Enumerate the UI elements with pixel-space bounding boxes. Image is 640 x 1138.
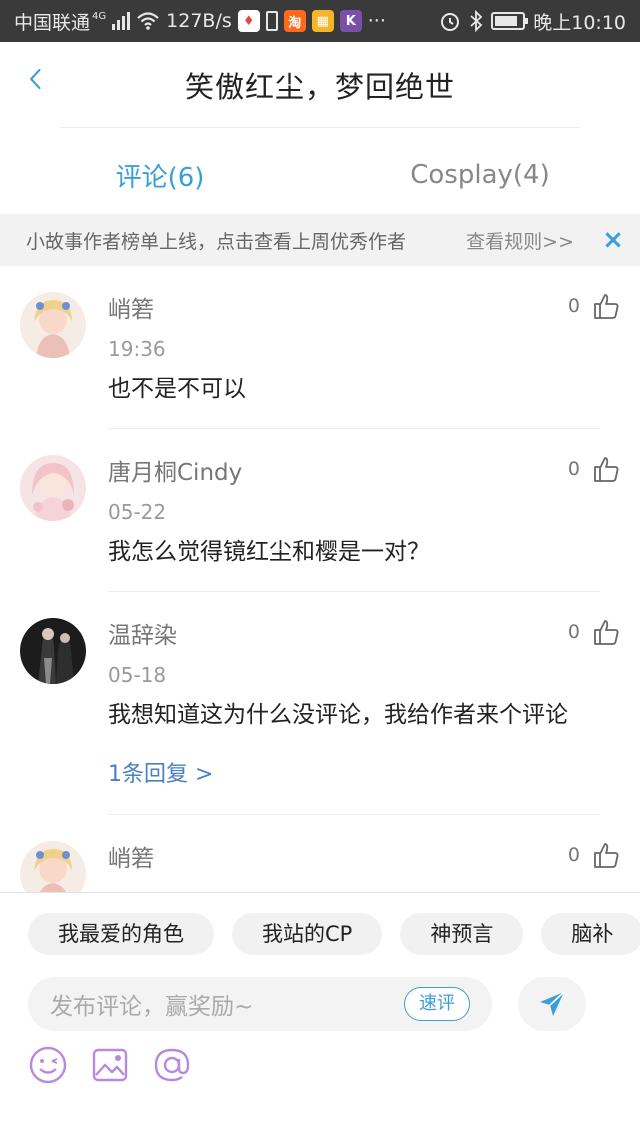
thumbs-up-icon[interactable] — [592, 841, 620, 869]
image-icon[interactable] — [90, 1045, 130, 1085]
send-button[interactable] — [518, 977, 586, 1031]
like-count: 0 — [567, 844, 580, 866]
at-icon[interactable] — [152, 1045, 192, 1085]
quick-review-button[interactable]: 速评 — [404, 987, 470, 1021]
like-count: 0 — [567, 621, 580, 643]
comment-author[interactable]: 温辞染 — [108, 618, 620, 654]
app-notification-icon: ♦ — [237, 10, 260, 32]
page-title: 笑傲红尘，梦回绝世 — [184, 70, 455, 104]
app-icon: ▦ — [311, 10, 334, 32]
input-row: 发布评论，赢奖励~ 速评 — [28, 977, 612, 1031]
topic-chip[interactable]: 脑补 — [541, 913, 640, 955]
carrier-label: 中国联通 — [14, 11, 91, 34]
comment-author[interactable]: 峭箬 — [108, 292, 620, 328]
network-type: 4G — [92, 10, 107, 22]
comment-time: 05-22 — [108, 500, 167, 524]
notice-banner[interactable]: 小故事作者榜单上线，点击查看上周优秀作者 查看规则>> × — [0, 214, 640, 266]
topic-chip[interactable]: 我站的CP — [232, 913, 383, 955]
notice-text[interactable]: 小故事作者榜单上线，点击查看上周优秀作者 — [26, 227, 466, 254]
like-button[interactable]: 0 — [568, 618, 620, 646]
bluetooth-icon — [470, 10, 483, 32]
comment-content[interactable]: 我想知道这为什么没评论，我给作者来个评论 — [108, 698, 620, 732]
signal-icon — [112, 12, 131, 30]
avatar[interactable] — [20, 618, 86, 684]
avatar[interactable] — [20, 455, 86, 521]
send-icon — [540, 991, 565, 1016]
like-button[interactable]: 0 — [568, 292, 620, 320]
view-replies-link[interactable]: 1条回复 > — [108, 756, 620, 788]
thumbs-up-icon[interactable] — [592, 455, 620, 483]
tab-cosplay[interactable]: Cosplay(4) — [320, 140, 640, 210]
composer-tools — [28, 1045, 192, 1085]
emoji-icon[interactable] — [28, 1045, 68, 1085]
comment-input-placeholder: 发布评论，赢奖励~ — [50, 994, 254, 1020]
header: 笑傲红尘，梦回绝世 — [0, 42, 640, 128]
comment-author[interactable]: 唐月桐Cindy — [108, 455, 620, 491]
thumbs-up-icon[interactable] — [592, 618, 620, 646]
header-divider — [60, 127, 580, 128]
alarm-icon — [441, 13, 460, 31]
taobao-icon: 淘 — [283, 10, 306, 32]
comment-item: 峭箬 19:36 也不是不可以 0 — [0, 266, 640, 429]
comment-item: 峭箬 0 — [0, 815, 640, 892]
comment-content[interactable]: 也不是不可以 — [108, 372, 620, 406]
wifi-icon — [137, 12, 159, 30]
avatar[interactable] — [20, 841, 86, 892]
tab-bar: 评论(6) Cosplay(4) — [0, 140, 640, 210]
avatar[interactable] — [20, 292, 86, 358]
notice-rules-link[interactable]: 查看规则>> — [466, 227, 574, 254]
comment-author[interactable]: 峭箬 — [108, 841, 620, 877]
topic-chip[interactable]: 我最爱的角色 — [28, 913, 214, 955]
network-speed: 127B/s — [166, 10, 232, 32]
status-time: 晚上10:10 — [533, 11, 626, 34]
like-button[interactable]: 0 — [568, 841, 620, 869]
battery-icon — [491, 12, 529, 30]
comment-list[interactable]: 峭箬 19:36 也不是不可以 0 唐月桐Cindy 05-22 我怎么觉得镜红… — [0, 266, 640, 892]
comment-item: 温辞染 05-18 我想知道这为什么没评论，我给作者来个评论 1条回复 > 0 — [0, 592, 640, 815]
more-dots: ··· — [367, 10, 386, 32]
status-bar: 中国联通 4G 127B/s ♦ 淘 ▦ K ··· 晚上10:10 — [0, 0, 640, 42]
comment-content[interactable]: 我怎么觉得镜红尘和樱是一对？ — [108, 535, 620, 569]
quick-topic-chips: 我最爱的角色 我站的CP 神预言 脑补 — [28, 913, 640, 955]
tab-comments[interactable]: 评论(6) — [0, 140, 320, 210]
chevron-left-icon[interactable] — [24, 68, 46, 90]
like-button[interactable]: 0 — [568, 455, 620, 483]
comment-item: 唐月桐Cindy 05-22 我怎么觉得镜红尘和樱是一对？ 0 — [0, 429, 640, 592]
like-count: 0 — [567, 295, 580, 317]
close-icon[interactable]: × — [600, 225, 626, 255]
comment-time: 19:36 — [108, 337, 166, 361]
comment-composer: 我最爱的角色 我站的CP 神预言 脑补 发布评论，赢奖励~ 速评 — [0, 892, 640, 1138]
topic-chip[interactable]: 神预言 — [400, 913, 524, 955]
thumbs-up-icon[interactable] — [592, 292, 620, 320]
like-count: 0 — [567, 458, 580, 480]
comment-input[interactable]: 发布评论，赢奖励~ 速评 — [28, 977, 492, 1031]
comment-time: 05-18 — [108, 663, 167, 687]
k-app-icon: K — [339, 10, 362, 32]
sim-icon — [265, 11, 278, 31]
